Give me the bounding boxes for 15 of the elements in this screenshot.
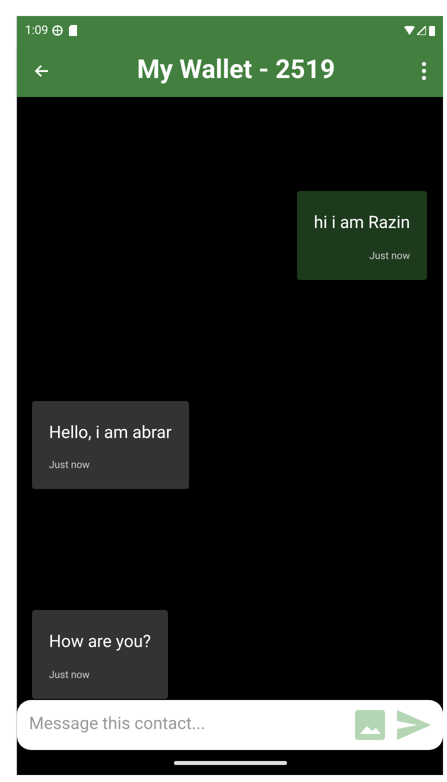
message-text: How are you? bbox=[49, 631, 151, 654]
status-time: 1:09 bbox=[25, 22, 48, 39]
sim-card-icon bbox=[69, 24, 78, 36]
wifi-icon bbox=[404, 26, 415, 34]
signal-icon bbox=[417, 26, 426, 34]
app-title: My Wallet - 2519 bbox=[136, 54, 336, 87]
message-input-field[interactable]: Message this contact... bbox=[17, 700, 443, 750]
message-input[interactable]: Message this contact... bbox=[29, 712, 343, 738]
message-time: Just now bbox=[369, 250, 410, 264]
globe-icon bbox=[52, 24, 64, 36]
message-time: Just now bbox=[49, 459, 90, 473]
message-time: Just now bbox=[49, 668, 90, 682]
message-text: hi i am Razin bbox=[314, 212, 410, 235]
message-text: Hello, i am abrar bbox=[49, 422, 172, 444]
battery-icon bbox=[429, 24, 435, 36]
